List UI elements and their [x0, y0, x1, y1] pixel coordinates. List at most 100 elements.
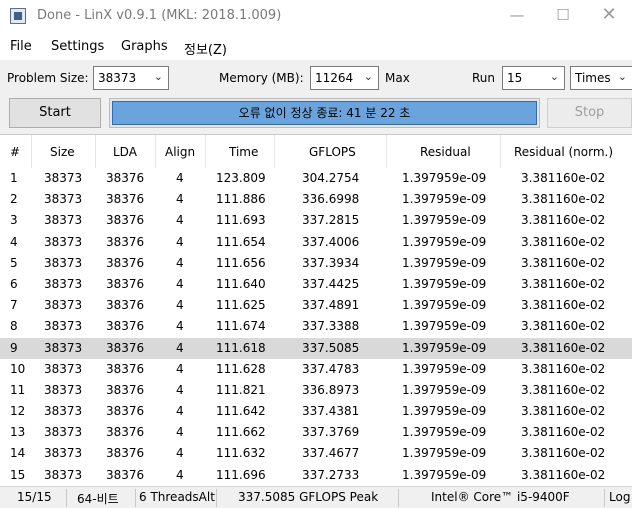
table-row[interactable]: 8 38373 38376 4 111.674 337.3388 1.397959e-09 3…: [0, 316, 632, 337]
cell-size: 38373: [44, 234, 83, 249]
settings-toolbar: Problem Size: 38373 ⌄ Memory (MB): 11264…: [0, 60, 632, 94]
col-header-size[interactable]: Size: [50, 145, 75, 159]
cell-align: 4: [176, 234, 184, 249]
cell-lda: 38376: [106, 213, 145, 228]
minimize-icon[interactable]: —: [494, 0, 540, 32]
cell-index: 8: [10, 319, 18, 334]
log-button[interactable]: Log: [609, 490, 630, 504]
chevron-down-icon: ⌄: [153, 70, 163, 83]
cell-lda: 38376: [106, 319, 145, 334]
progress-status-text: 오류 없이 정상 종료: 41 분 22 초: [112, 101, 537, 125]
cell-residual-norm: 3.381160e-02: [521, 276, 606, 291]
cell-residual-norm: 3.381160e-02: [521, 192, 606, 207]
cell-lda: 38376: [106, 234, 145, 249]
cell-gflops: 337.4677: [302, 446, 360, 461]
cell-residual-norm: 3.381160e-02: [521, 171, 606, 185]
table-row[interactable]: 6 38373 38376 4 111.640 337.4425 1.397959e-09 3…: [0, 274, 632, 295]
problem-size-value: 38373: [98, 71, 137, 85]
table-row[interactable]: 14 38373 38376 4 111.632 337.4677 1.397959e-09…: [0, 443, 632, 464]
table-row[interactable]: 10 38373 38376 4 111.628 337.4783 1.397959e-09…: [0, 359, 632, 380]
stop-button[interactable]: Stop: [547, 98, 632, 128]
cell-time: 111.625: [216, 298, 266, 313]
table-row[interactable]: 3 38373 38376 4 111.693 337.2815 1.397959e-09 3…: [0, 210, 632, 231]
col-header-residual-norm[interactable]: Residual (norm.): [514, 145, 613, 159]
cell-align: 4: [176, 192, 184, 207]
cell-align: 4: [176, 361, 184, 376]
table-row[interactable]: 12 38373 38376 4 111.642 337.4381 1.397959e-09…: [0, 401, 632, 422]
control-row: Start 오류 없이 정상 종료: 41 분 22 초 Stop: [0, 94, 632, 134]
run-label: Run: [472, 71, 496, 85]
col-header-index[interactable]: #: [10, 145, 20, 159]
table-row[interactable]: 4 38373 38376 4 111.654 337.4006 1.397959e-09 3…: [0, 232, 632, 253]
table-row[interactable]: 1 38373 38376 4 123.809 304.2754 1.397959e-09 3…: [0, 168, 632, 189]
cell-lda: 38376: [106, 467, 145, 482]
table-row[interactable]: 2 38373 38376 4 111.886 336.6998 1.397959e-09 3…: [0, 189, 632, 210]
cell-lda: 38376: [106, 171, 145, 185]
menu-file[interactable]: File: [10, 39, 32, 54]
table-row[interactable]: 15 38373 38376 4 111.696 337.2733 1.397959e-09…: [0, 465, 632, 486]
close-icon[interactable]: ✕: [586, 0, 632, 32]
cell-residual: 1.397959e-09: [402, 298, 487, 313]
cell-align: 4: [176, 446, 184, 461]
cell-residual-norm: 3.381160e-02: [521, 361, 606, 376]
maximize-icon[interactable]: ☐: [540, 0, 586, 32]
menu-settings[interactable]: Settings: [51, 39, 104, 54]
cell-size: 38373: [44, 276, 83, 291]
table-header: # Size LDA Align Time GFLOPS Residual Re…: [0, 135, 632, 168]
cell-residual: 1.397959e-09: [402, 171, 487, 185]
cell-residual-norm: 3.381160e-02: [521, 255, 606, 270]
table-row[interactable]: 9 38373 38376 4 111.618 337.5085 1.397959e-09 3…: [0, 337, 632, 359]
run-count-combo[interactable]: 15 ⌄: [502, 66, 565, 90]
memory-combo[interactable]: 11264 ⌄: [310, 66, 379, 90]
cell-lda: 38376: [106, 404, 145, 419]
cell-residual: 1.397959e-09: [402, 255, 487, 270]
cell-residual-norm: 3.381160e-02: [521, 213, 606, 228]
cell-index: 10: [10, 361, 26, 376]
cell-align: 4: [176, 255, 184, 270]
max-button[interactable]: Max: [385, 71, 410, 85]
cell-gflops: 337.4891: [302, 298, 360, 313]
cell-size: 38373: [44, 404, 83, 419]
table-row[interactable]: 13 38373 38376 4 111.662 337.3769 1.397959e-09…: [0, 422, 632, 443]
cell-gflops: 337.3769: [302, 425, 360, 440]
cell-index: 14: [10, 446, 26, 461]
cell-gflops: 337.2815: [302, 213, 360, 228]
run-progress-text: 15/15: [17, 490, 52, 504]
cell-gflops: 336.8973: [302, 382, 360, 397]
app-icon: [10, 8, 26, 24]
cell-residual-norm: 3.381160e-02: [521, 446, 606, 461]
cell-gflops: 336.6998: [302, 192, 360, 207]
table-body: 1 38373 38376 4 123.809 304.2754 1.397959e-09 3…: [0, 168, 632, 486]
cell-index: 12: [10, 404, 26, 419]
cell-align: 4: [176, 425, 184, 440]
memory-value: 11264: [315, 71, 354, 85]
cell-size: 38373: [44, 361, 83, 376]
cell-residual: 1.397959e-09: [402, 276, 487, 291]
cell-residual-norm: 3.381160e-02: [521, 298, 606, 313]
start-button[interactable]: Start: [9, 98, 101, 128]
cell-residual: 1.397959e-09: [402, 382, 487, 397]
table-row[interactable]: 7 38373 38376 4 111.625 337.4891 1.397959e-09 3…: [0, 295, 632, 316]
cell-residual: 1.397959e-09: [402, 467, 487, 482]
cell-residual: 1.397959e-09: [402, 425, 487, 440]
col-header-lda[interactable]: LDA: [113, 145, 137, 159]
run-unit-combo[interactable]: Times ⌄: [570, 66, 632, 90]
problem-size-combo[interactable]: 38373 ⌄: [93, 66, 169, 90]
col-header-time[interactable]: Time: [229, 145, 258, 159]
col-header-gflops[interactable]: GFLOPS: [309, 145, 356, 159]
cell-index: 7: [10, 298, 18, 313]
cell-residual: 1.397959e-09: [402, 361, 487, 376]
menu-info[interactable]: 정보(Z): [184, 39, 227, 58]
table-row[interactable]: 5 38373 38376 4 111.656 337.3934 1.397959e-09 3…: [0, 253, 632, 274]
cell-index: 11: [10, 382, 26, 397]
menu-graphs[interactable]: Graphs: [121, 39, 168, 54]
cpu-name-text: Intel® Core™ i5-9400F: [431, 490, 570, 504]
table-row[interactable]: 11 38373 38376 4 111.821 336.8973 1.397959e-09…: [0, 380, 632, 401]
cell-time: 111.640: [216, 276, 266, 291]
cell-time: 111.654: [216, 234, 266, 249]
threads-text: 6 ThreadsAlt: [139, 490, 215, 504]
cell-gflops: 337.4006: [302, 234, 360, 249]
col-header-align[interactable]: Align: [165, 145, 195, 159]
cell-size: 38373: [44, 213, 83, 228]
col-header-residual[interactable]: Residual: [420, 145, 471, 159]
